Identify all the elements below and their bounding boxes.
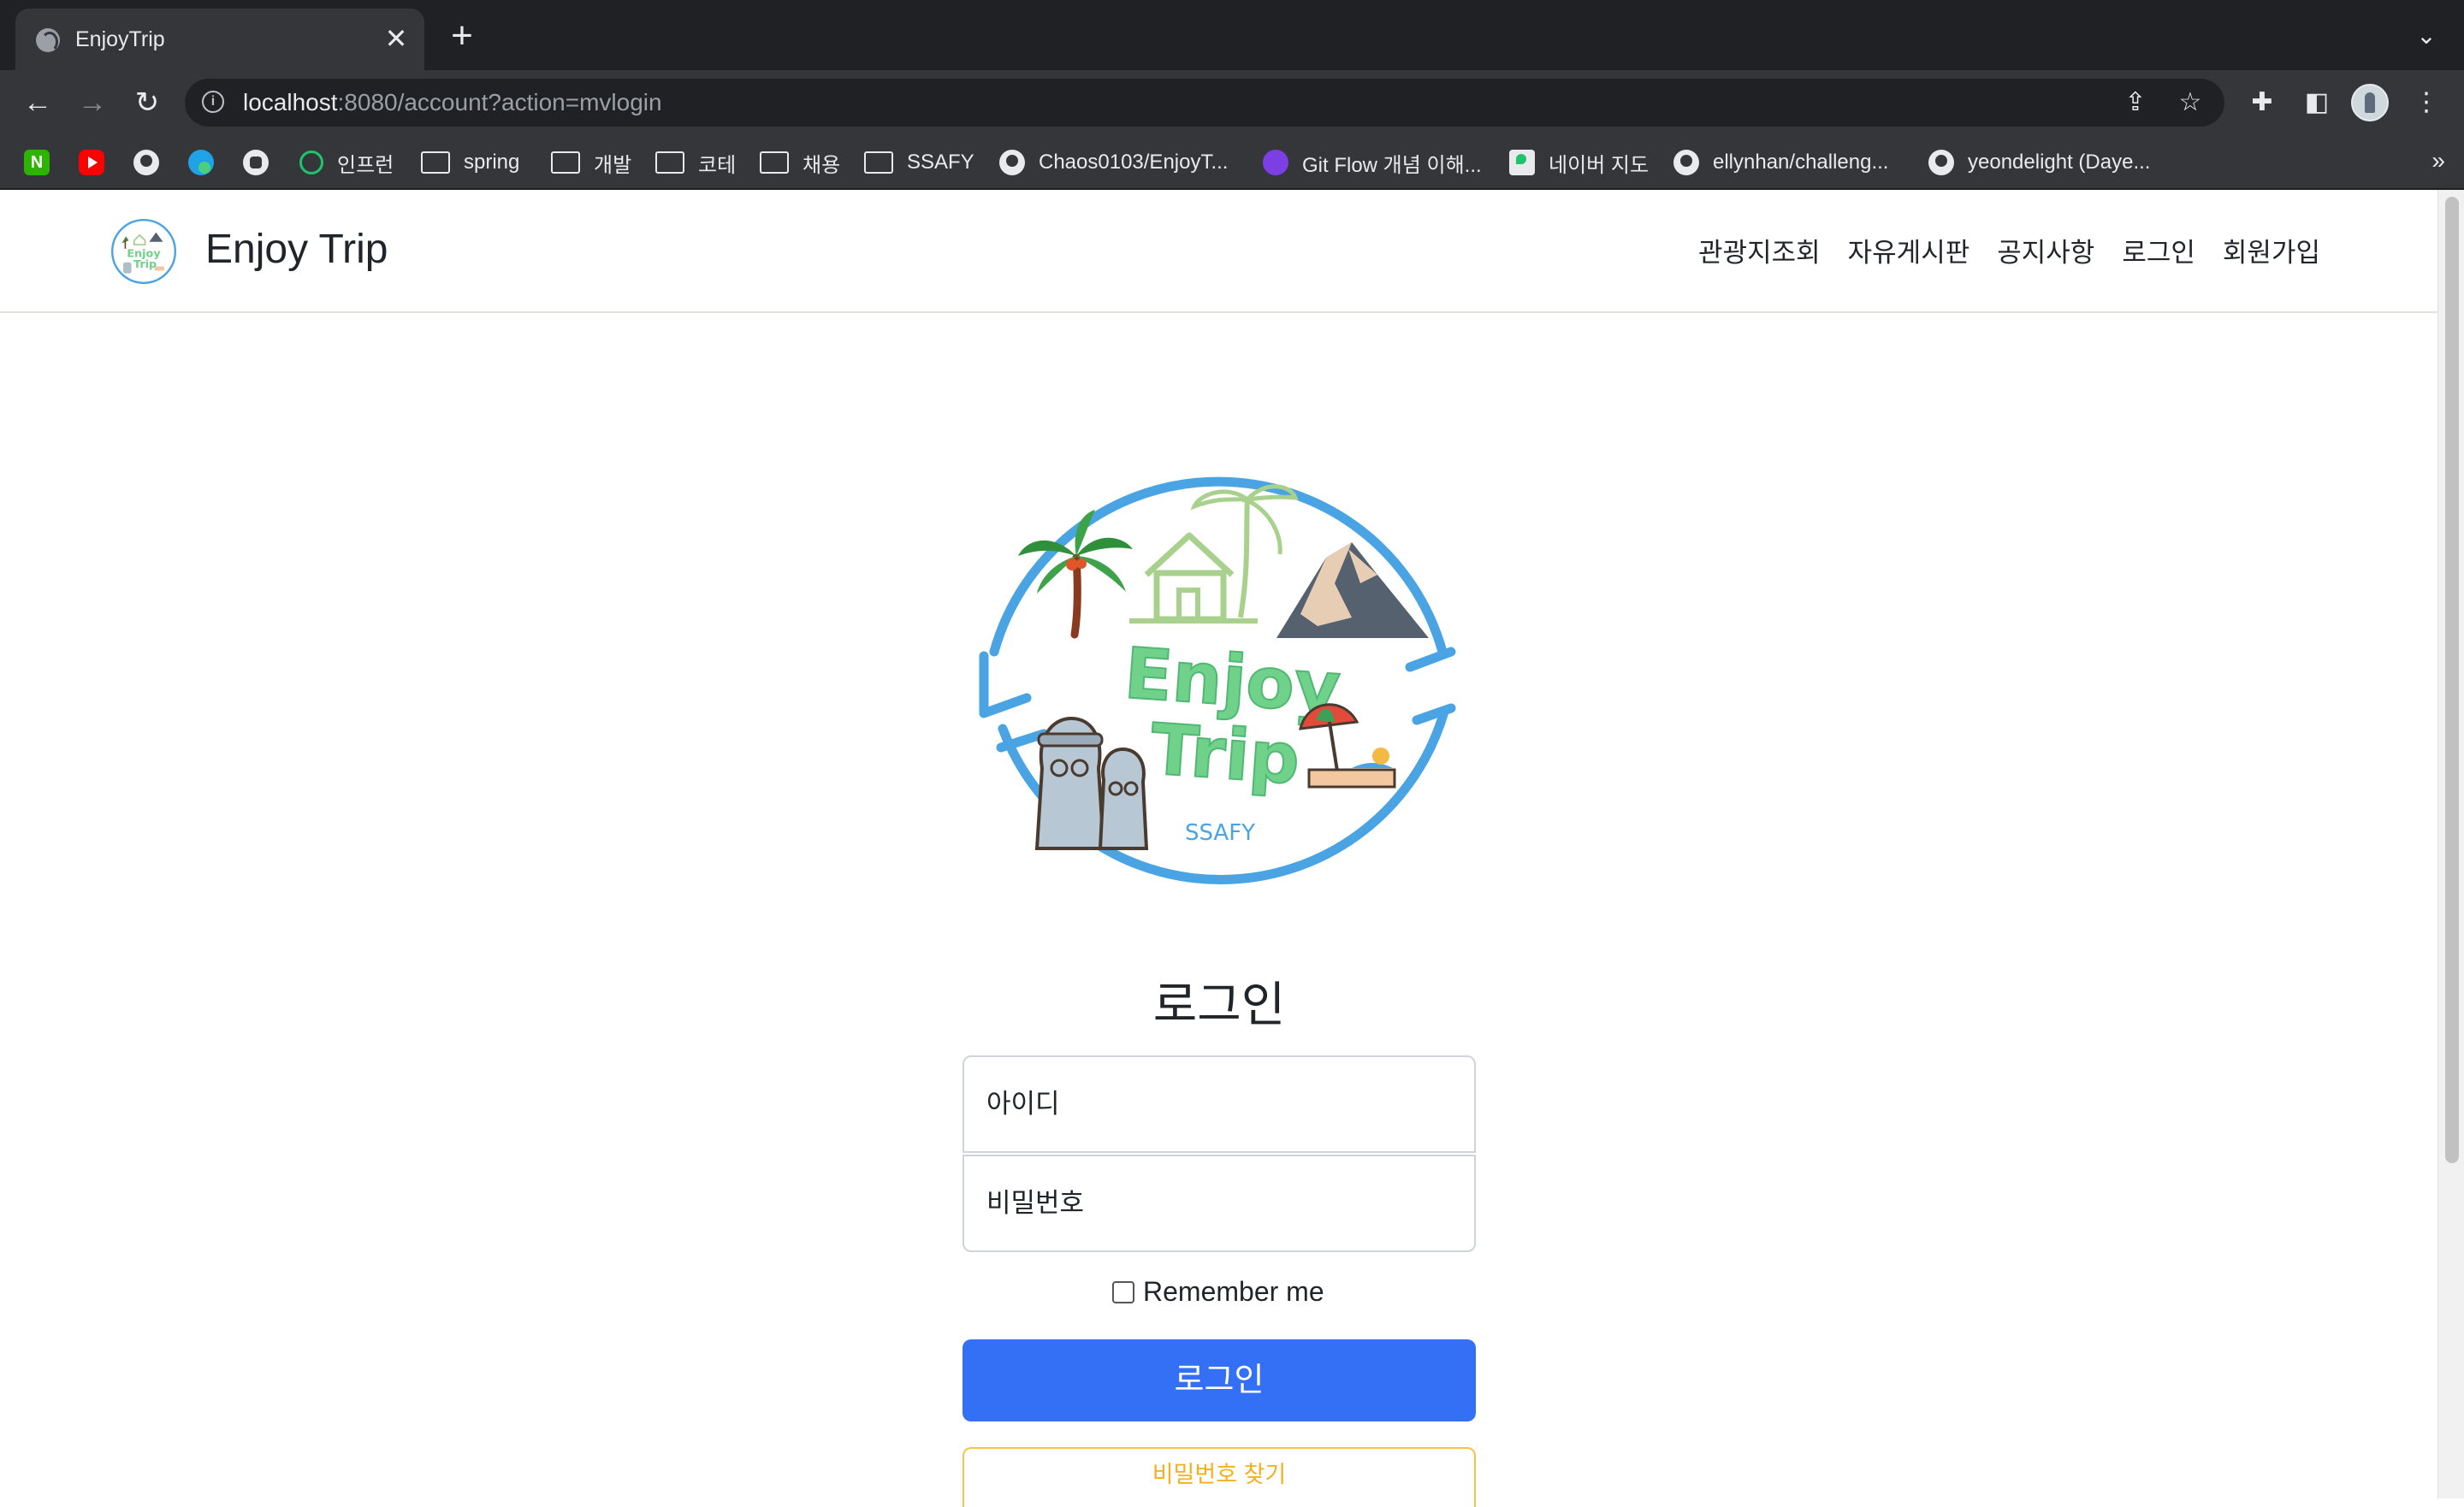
username-input[interactable] bbox=[962, 1055, 1476, 1153]
url-path: :8080/account?action=mvlogin bbox=[337, 89, 662, 115]
login-button[interactable]: 로그인 bbox=[962, 1339, 1476, 1421]
side-panel-icon[interactable]: ◧ bbox=[2300, 86, 2334, 120]
bookmark-folder-dev[interactable]: 개발 bbox=[551, 145, 631, 180]
bookmark-edge[interactable] bbox=[188, 145, 228, 180]
scrollbar-thumb[interactable] bbox=[2445, 197, 2459, 1163]
bookmark-folder-jobs[interactable]: 채용 bbox=[760, 145, 840, 180]
bookmark-naver[interactable]: N bbox=[24, 145, 63, 180]
bookmark-openai[interactable] bbox=[243, 145, 282, 180]
bookmark-folder-spring[interactable]: spring bbox=[421, 145, 519, 180]
folder-icon bbox=[655, 151, 684, 174]
github-icon bbox=[999, 150, 1025, 175]
share-icon[interactable]: ⇪ bbox=[2120, 87, 2151, 118]
beach-umbrella-icon bbox=[1299, 703, 1396, 789]
bookmark-enjoytrip-repo[interactable]: Chaos0103/EnjoyT... bbox=[999, 145, 1228, 180]
extensions-puzzle-icon[interactable]: ✚ bbox=[2245, 86, 2279, 120]
enjoytrip-logo-image: Enjoy Trip SSAFY bbox=[979, 476, 1456, 884]
bookmark-star-icon[interactable]: ☆ bbox=[2175, 87, 2206, 118]
github-icon bbox=[133, 150, 159, 175]
vertical-scrollbar[interactable] bbox=[2437, 190, 2464, 1498]
browser-tab-active[interactable]: EnjoyTrip ✕ bbox=[15, 9, 424, 70]
browser-toolbar: ← → ↻ i localhost:8080/account?action=mv… bbox=[0, 70, 2464, 135]
page-viewport: Enjoy Trip Enjoy Trip 관광지조회 자유게시판 공지사항 로… bbox=[0, 190, 2464, 1507]
logo-text-trip: Trip bbox=[1148, 709, 1302, 801]
youtube-icon bbox=[79, 150, 104, 175]
bookmark-github[interactable] bbox=[133, 145, 173, 180]
bookmark-gitflow[interactable]: Git Flow 개념 이해... bbox=[1263, 145, 1482, 180]
bookmark-yeondelight[interactable]: yeondelight (Daye... bbox=[1928, 145, 2150, 180]
folder-icon bbox=[864, 151, 893, 174]
remember-me-checkbox[interactable] bbox=[1112, 1280, 1134, 1303]
navermap-icon bbox=[1509, 150, 1535, 175]
github-icon bbox=[1673, 150, 1699, 175]
tab-title: EnjoyTrip bbox=[75, 27, 165, 51]
dolhareubang-icon bbox=[1034, 716, 1149, 850]
nav-item-board[interactable]: 자유게시판 bbox=[1848, 231, 1970, 269]
naver-icon: N bbox=[24, 150, 50, 175]
login-title: 로그인 bbox=[1152, 978, 1286, 1031]
bookmarks-overflow-chevron-icon[interactable]: » bbox=[2431, 147, 2445, 174]
nav-item-notice[interactable]: 공지사항 bbox=[1997, 231, 2094, 269]
nav-item-attractions[interactable]: 관광지조회 bbox=[1698, 231, 1821, 269]
bookmark-naver-map[interactable]: 네이버 지도 bbox=[1509, 145, 1649, 180]
nav-item-signup[interactable]: 회원가입 bbox=[2223, 231, 2320, 269]
folder-icon bbox=[551, 151, 580, 174]
forward-arrow-icon[interactable]: → bbox=[74, 84, 111, 121]
back-arrow-icon[interactable]: ← bbox=[19, 84, 56, 121]
new-tab-button[interactable]: + bbox=[445, 17, 479, 55]
reload-icon[interactable]: ↻ bbox=[128, 84, 166, 121]
globe-icon bbox=[36, 28, 60, 52]
url-host: localhost bbox=[243, 89, 338, 115]
browser-tab-strip: EnjoyTrip ✕ + ⌄ bbox=[0, 0, 2464, 70]
bookmark-folder-codingtest[interactable]: 코테 bbox=[655, 145, 736, 180]
brand-logo-icon[interactable]: Enjoy Trip bbox=[110, 217, 178, 286]
bookmark-youtube[interactable] bbox=[79, 145, 118, 180]
site-header: Enjoy Trip Enjoy Trip 관광지조회 자유게시판 공지사항 로… bbox=[0, 190, 2438, 313]
openai-icon bbox=[243, 150, 269, 175]
tab-search-chevron-icon[interactable]: ⌄ bbox=[2411, 21, 2442, 51]
main-nav: 관광지조회 자유게시판 공지사항 로그인 회원가입 bbox=[1698, 231, 2320, 269]
folder-icon bbox=[421, 151, 450, 174]
nav-item-login[interactable]: 로그인 bbox=[2122, 231, 2195, 269]
github-icon bbox=[1928, 150, 1954, 175]
folder-icon bbox=[760, 151, 789, 174]
profile-avatar[interactable] bbox=[2351, 84, 2389, 121]
gitflow-icon bbox=[1263, 150, 1288, 175]
site-info-icon[interactable]: i bbox=[202, 91, 224, 113]
brand-name[interactable]: Enjoy Trip bbox=[205, 226, 388, 273]
logo-text-ssafy: SSAFY bbox=[1185, 820, 1255, 846]
tab-close-icon[interactable]: ✕ bbox=[380, 22, 412, 55]
address-bar[interactable]: i localhost:8080/account?action=mvlogin … bbox=[185, 79, 2224, 127]
remember-me-label: Remember me bbox=[1143, 1276, 1324, 1307]
bookmarks-bar: N 인프런 spring 개발 코테 채용 SSAFY Chaos0103/En… bbox=[0, 135, 2464, 190]
inflearn-icon bbox=[299, 151, 323, 174]
bookmark-inflearn[interactable]: 인프런 bbox=[299, 145, 394, 180]
edge-icon bbox=[188, 150, 214, 175]
menu-kebab-icon[interactable]: ⋮ bbox=[2409, 86, 2443, 120]
url-text[interactable]: localhost:8080/account?action=mvlogin bbox=[243, 89, 662, 116]
bookmark-folder-ssafy[interactable]: SSAFY bbox=[864, 145, 974, 180]
bookmark-ellynhan[interactable]: ellynhan/challeng... bbox=[1673, 145, 1888, 180]
remember-me[interactable]: Remember me bbox=[1112, 1276, 1324, 1308]
brand-logo-text-line2: Trip bbox=[133, 258, 157, 271]
password-input[interactable] bbox=[962, 1155, 1476, 1252]
